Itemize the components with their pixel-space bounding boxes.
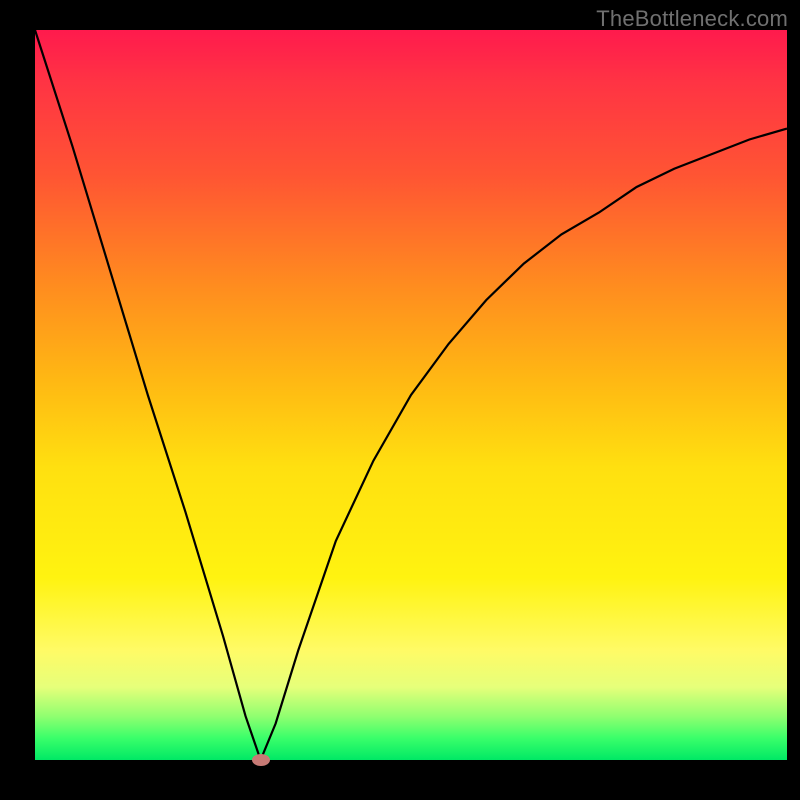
optimal-marker bbox=[252, 754, 270, 766]
plot-area bbox=[35, 30, 787, 760]
bottleneck-curve bbox=[35, 30, 787, 760]
chart-frame: TheBottleneck.com bbox=[0, 0, 800, 800]
watermark-text: TheBottleneck.com bbox=[596, 6, 788, 32]
curve-path bbox=[35, 30, 787, 760]
